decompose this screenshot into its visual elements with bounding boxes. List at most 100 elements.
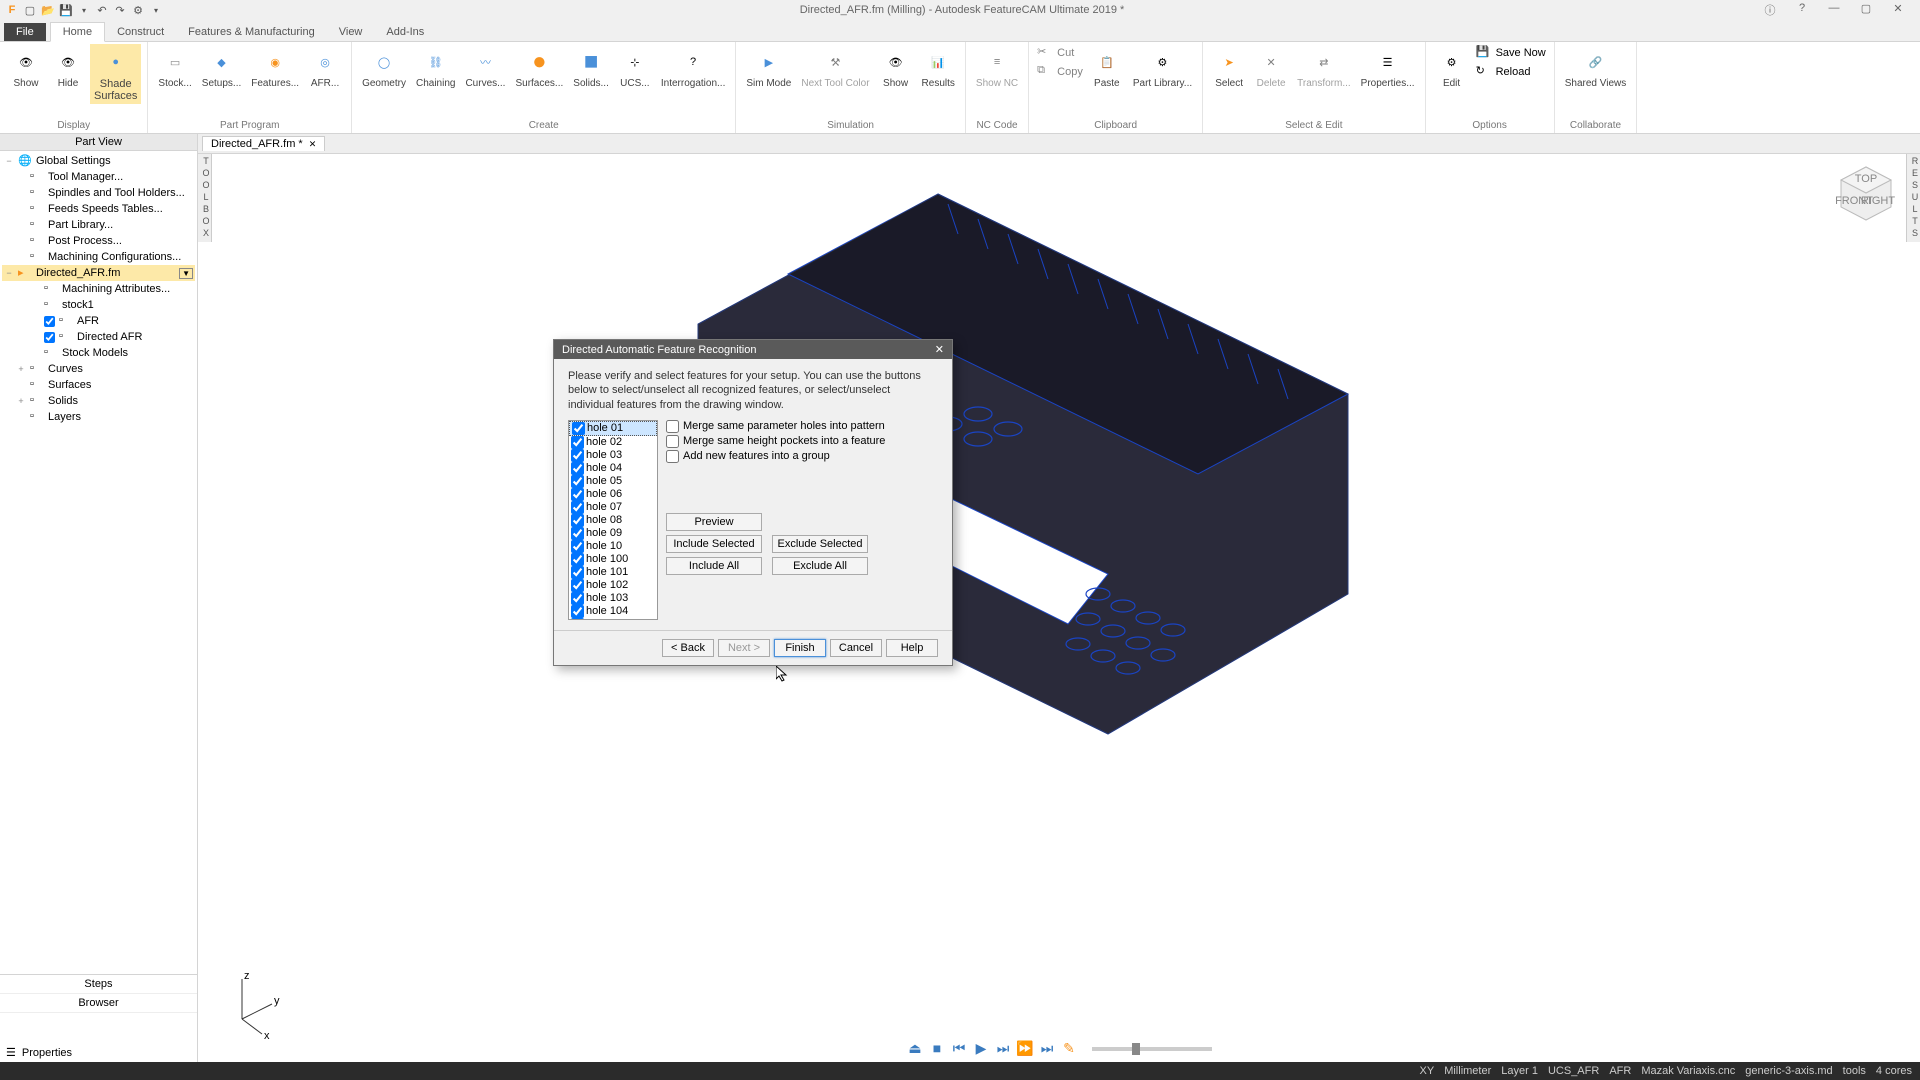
skip-back-icon[interactable]: ⏮ xyxy=(950,1040,968,1058)
feature-list[interactable]: hole 01hole 02hole 03hole 04hole 05hole … xyxy=(568,420,658,620)
help-icon[interactable]: ? xyxy=(1792,2,1812,18)
sim-show-button[interactable]: 👁Show xyxy=(876,44,916,91)
browser-button[interactable]: Browser xyxy=(0,994,197,1013)
open-icon[interactable]: 📂 xyxy=(40,2,56,18)
erase-icon[interactable]: ✎ xyxy=(1060,1040,1078,1058)
feature-list-item[interactable]: hole 10 xyxy=(569,540,657,553)
part-view-tree[interactable]: −🌐Global Settings ▫Tool Manager...▫Spind… xyxy=(0,151,197,974)
status-tools[interactable]: tools xyxy=(1843,1065,1866,1077)
gear-icon[interactable]: ⚙ xyxy=(130,2,146,18)
feature-list-item[interactable]: hole 03 xyxy=(569,449,657,462)
add-group-checkbox[interactable]: Add new features into a group xyxy=(666,450,938,463)
curves-button[interactable]: 〰Curves... xyxy=(461,44,509,91)
tree-item[interactable]: ▫Spindles and Tool Holders... xyxy=(2,185,195,201)
include-all-button[interactable]: Include All xyxy=(666,557,762,575)
geometry-button[interactable]: ◯Geometry xyxy=(358,44,410,91)
help-button[interactable]: Help xyxy=(886,639,938,657)
include-selected-button[interactable]: Include Selected xyxy=(666,535,762,553)
show-nc-button[interactable]: ≡Show NC xyxy=(972,44,1022,91)
status-md[interactable]: generic-3-axis.md xyxy=(1745,1065,1832,1077)
tree-item[interactable]: ▫Part Library... xyxy=(2,217,195,233)
qat-dropdown2-icon[interactable]: ▾ xyxy=(148,2,164,18)
feature-list-item[interactable]: hole 02 xyxy=(569,436,657,449)
ucs-button[interactable]: ⊹UCS... xyxy=(615,44,655,91)
feature-list-item[interactable]: hole 01 xyxy=(569,421,657,436)
close-tab-icon[interactable]: ✕ xyxy=(309,139,317,150)
undo-icon[interactable]: ↶ xyxy=(94,2,110,18)
minimize-icon[interactable]: — xyxy=(1824,2,1844,18)
feature-list-item[interactable]: hole 100 xyxy=(569,553,657,566)
feature-list-item[interactable]: hole 104 xyxy=(569,605,657,618)
paste-button[interactable]: 📋Paste xyxy=(1087,44,1127,91)
chaining-button[interactable]: ⛓Chaining xyxy=(412,44,459,91)
feature-list-item[interactable]: hole 105 xyxy=(569,618,657,620)
reload-button[interactable]: ↻Reload xyxy=(1474,63,1548,81)
merge-pockets-checkbox[interactable]: Merge same height pockets into a feature xyxy=(666,435,938,448)
speed-slider[interactable] xyxy=(1092,1047,1212,1051)
fast-fwd-icon[interactable]: ⏩ xyxy=(1016,1040,1034,1058)
feature-list-item[interactable]: hole 103 xyxy=(569,592,657,605)
feature-list-item[interactable]: hole 101 xyxy=(569,566,657,579)
save-now-button[interactable]: 💾Save Now xyxy=(1474,44,1548,62)
copy-button[interactable]: ⧉Copy xyxy=(1035,63,1085,81)
hide-button[interactable]: 👁Hide xyxy=(48,44,88,91)
status-afr[interactable]: AFR xyxy=(1609,1065,1631,1077)
doc-tab[interactable]: Directed_AFR.fm *✕ xyxy=(202,136,325,151)
delete-button[interactable]: ✕Delete xyxy=(1251,44,1291,91)
toolbox-panel[interactable]: TOOLBOX xyxy=(198,154,212,242)
tree-item[interactable]: ▫Layers xyxy=(2,409,195,425)
tree-item[interactable]: +▫Curves xyxy=(2,361,195,377)
tree-item[interactable]: ▫Machining Attributes... xyxy=(2,281,195,297)
status-plane[interactable]: XY xyxy=(1420,1065,1435,1077)
tree-item[interactable]: ▫AFR xyxy=(2,313,195,329)
part-library-button[interactable]: ⚙Part Library... xyxy=(1129,44,1196,91)
shade-button[interactable]: ●ShadeSurfaces xyxy=(90,44,141,104)
close-icon[interactable]: ✕ xyxy=(1888,2,1908,18)
transform-button[interactable]: ⇄Transform... xyxy=(1293,44,1355,91)
results-panel[interactable]: RESULTS xyxy=(1906,154,1920,242)
edit-button[interactable]: ⚙Edit xyxy=(1432,44,1472,91)
maximize-icon[interactable]: ▢ xyxy=(1856,2,1876,18)
next-tool-button[interactable]: ⚒Next Tool Color xyxy=(797,44,873,91)
dialog-title-bar[interactable]: Directed Automatic Feature Recognition ✕ xyxy=(554,340,952,359)
redo-icon[interactable]: ↷ xyxy=(112,2,128,18)
cut-button[interactable]: ✂Cut xyxy=(1035,44,1085,62)
viewport-3d[interactable]: TOOLBOX RESULTS xyxy=(198,154,1920,1062)
back-button[interactable]: < Back xyxy=(662,639,714,657)
status-layer[interactable]: Layer 1 xyxy=(1501,1065,1538,1077)
shared-views-button[interactable]: 🔗Shared Views xyxy=(1561,44,1631,91)
eject-icon[interactable]: ⏏ xyxy=(906,1040,924,1058)
select-button[interactable]: ➤Select xyxy=(1209,44,1249,91)
feature-list-item[interactable]: hole 04 xyxy=(569,462,657,475)
tab-construct[interactable]: Construct xyxy=(105,23,176,41)
status-ucs[interactable]: UCS_AFR xyxy=(1548,1065,1599,1077)
preview-button[interactable]: Preview xyxy=(666,513,762,531)
file-tab[interactable]: File xyxy=(4,23,46,41)
tree-item[interactable]: ▫Post Process... xyxy=(2,233,195,249)
tree-item[interactable]: ▫Machining Configurations... xyxy=(2,249,195,265)
surfaces-button[interactable]: ●Surfaces... xyxy=(511,44,567,91)
feature-list-item[interactable]: hole 06 xyxy=(569,488,657,501)
interrogation-button[interactable]: ?Interrogation... xyxy=(657,44,729,91)
dialog-close-icon[interactable]: ✕ xyxy=(935,343,944,356)
tree-item[interactable]: ▫stock1 xyxy=(2,297,195,313)
dropdown-icon[interactable]: ▼ xyxy=(179,268,193,279)
tab-features[interactable]: Features & Manufacturing xyxy=(176,23,327,41)
feature-list-item[interactable]: hole 102 xyxy=(569,579,657,592)
tree-item[interactable]: ▫Tool Manager... xyxy=(2,169,195,185)
properties-button[interactable]: ☰Properties... xyxy=(1357,44,1419,91)
afr-button[interactable]: ◎AFR... xyxy=(305,44,345,91)
tree-file-node[interactable]: −▸Directed_AFR.fm▼ xyxy=(2,265,195,281)
steps-button[interactable]: Steps xyxy=(0,975,197,994)
feature-list-item[interactable]: hole 07 xyxy=(569,501,657,514)
tab-view[interactable]: View xyxy=(327,23,375,41)
tree-item[interactable]: ▫Surfaces xyxy=(2,377,195,393)
stock-button[interactable]: ▭Stock... xyxy=(154,44,195,91)
tree-item[interactable]: +▫Solids xyxy=(2,393,195,409)
show-button[interactable]: 👁Show xyxy=(6,44,46,91)
status-post[interactable]: Mazak Variaxis.cnc xyxy=(1641,1065,1735,1077)
tree-global-settings[interactable]: −🌐Global Settings xyxy=(2,153,195,169)
solids-button[interactable]: ■Solids... xyxy=(569,44,613,91)
features-button[interactable]: ◉Features... xyxy=(247,44,303,91)
tree-item[interactable]: ▫Directed AFR xyxy=(2,329,195,345)
